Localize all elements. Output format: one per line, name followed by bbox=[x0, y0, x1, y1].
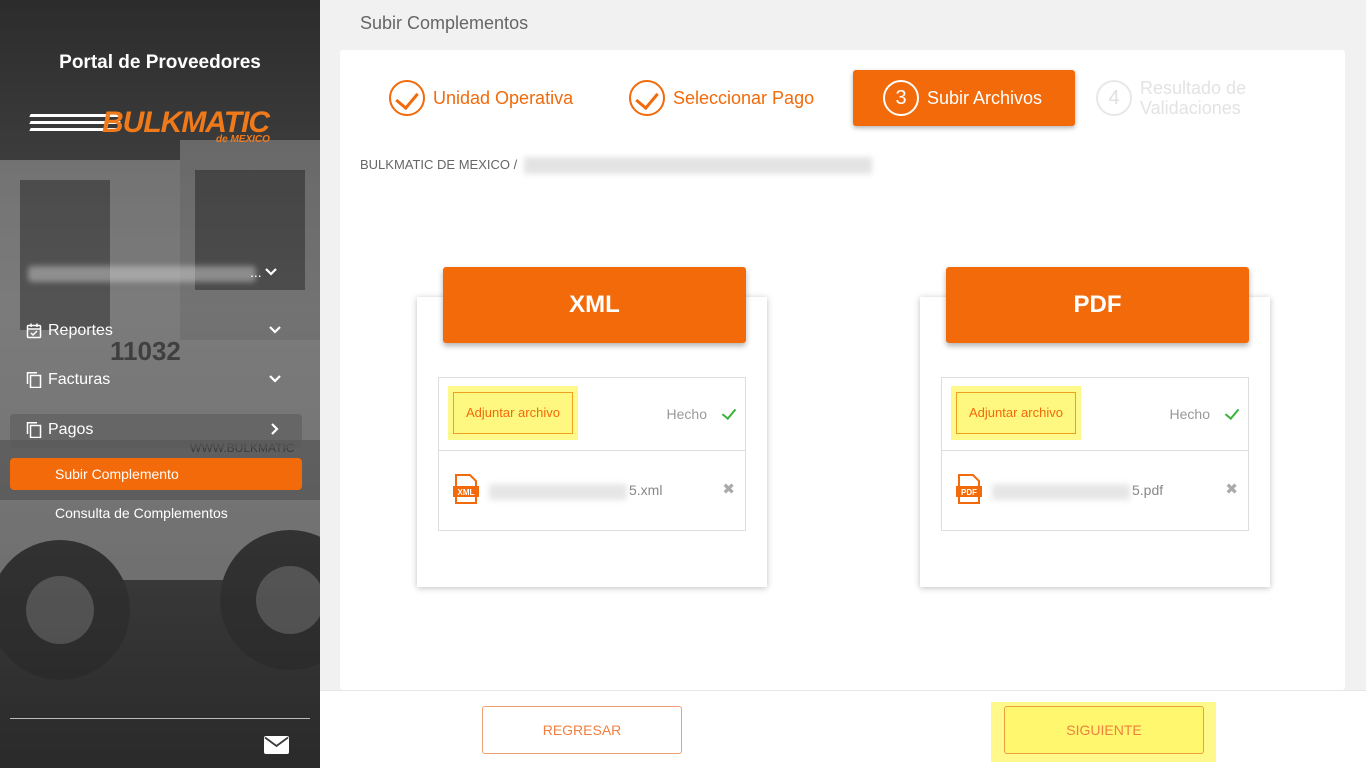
xml-file-box: Adjuntar archivo Hecho XML 5.xml ✖ bbox=[438, 377, 746, 531]
sidebar: 11032 WWW.BULKMATIC Portal de Proveedore… bbox=[0, 0, 320, 768]
breadcrumb-redacted bbox=[524, 157, 872, 174]
remove-file-icon[interactable]: ✖ bbox=[722, 480, 735, 498]
check-circle-icon bbox=[629, 80, 665, 116]
chevron-right-icon bbox=[268, 422, 282, 439]
step-label: Subir Archivos bbox=[927, 88, 1043, 108]
sidebar-subitem-label: Subir Complemento bbox=[55, 466, 179, 482]
user-menu[interactable]: ... bbox=[28, 264, 288, 286]
pdf-attach-button[interactable]: Adjuntar archivo bbox=[956, 392, 1076, 434]
breadcrumb: BULKMATIC DE MEXICO / bbox=[360, 157, 518, 172]
sidebar-item-label: Facturas bbox=[48, 371, 111, 388]
step-number: 4 bbox=[1096, 80, 1132, 116]
xml-attach-button[interactable]: Adjuntar archivo bbox=[453, 392, 573, 434]
check-icon bbox=[1224, 404, 1240, 421]
remove-file-icon[interactable]: ✖ bbox=[1225, 480, 1238, 498]
sidebar-subitem-consulta-complementos[interactable]: Consulta de Complementos bbox=[10, 497, 302, 529]
step-seleccionar-pago[interactable]: Seleccionar Pago bbox=[629, 70, 829, 126]
step-label: Unidad Operativa bbox=[433, 88, 574, 108]
back-button[interactable]: REGRESAR bbox=[482, 706, 682, 754]
sidebar-item-pagos[interactable]: Pagos bbox=[10, 414, 302, 448]
check-circle-icon bbox=[389, 80, 425, 116]
sidebar-subitem-label: Consulta de Complementos bbox=[55, 505, 228, 521]
check-icon bbox=[721, 404, 737, 421]
step-unidad-operativa[interactable]: Unidad Operativa bbox=[389, 70, 589, 126]
pdf-file-name: 5.pdf bbox=[1132, 482, 1164, 498]
sidebar-divider bbox=[10, 718, 310, 719]
bulkmatic-logo: BULKMATIC de MEXICO bbox=[29, 104, 290, 152]
sidebar-item-reportes[interactable]: Reportes bbox=[10, 315, 302, 349]
file-name-redacted bbox=[489, 484, 627, 500]
svg-text:XML: XML bbox=[458, 488, 475, 497]
sidebar-item-label: Pagos bbox=[48, 421, 94, 438]
sidebar-item-facturas[interactable]: Facturas bbox=[10, 364, 302, 398]
step-number: 3 bbox=[883, 80, 919, 116]
mail-icon[interactable] bbox=[264, 736, 289, 754]
sidebar-subitem-subir-complemento[interactable]: Subir Complemento bbox=[10, 458, 302, 490]
pdf-file-icon: PDF bbox=[956, 474, 982, 504]
chevron-down-icon bbox=[268, 323, 282, 340]
file-name-redacted bbox=[992, 484, 1130, 500]
next-button[interactable]: SIGUIENTE bbox=[1004, 706, 1204, 754]
calendar-check-icon bbox=[26, 323, 42, 339]
xml-file-name: 5.xml bbox=[629, 482, 663, 498]
logo-subtext: de MEXICO bbox=[216, 134, 270, 145]
xml-status-text: Hecho bbox=[666, 406, 707, 422]
pdf-file-box: Adjuntar archivo Hecho PDF 5.pdf ✖ bbox=[941, 377, 1249, 531]
copy-icon bbox=[26, 372, 42, 388]
pdf-upload-title: PDF bbox=[946, 267, 1249, 343]
page-title: Subir Complementos bbox=[360, 13, 529, 33]
chevron-down-icon bbox=[264, 265, 278, 282]
xml-upload-title: XML bbox=[443, 267, 746, 343]
step-label: Resultado de Validaciones bbox=[1140, 78, 1247, 118]
xml-file-icon: XML bbox=[453, 474, 479, 504]
chevron-down-icon bbox=[268, 372, 282, 389]
pdf-status-text: Hecho bbox=[1169, 406, 1210, 422]
copy-icon bbox=[26, 422, 42, 438]
sidebar-item-label: Reportes bbox=[48, 322, 113, 339]
svg-text:PDF: PDF bbox=[961, 488, 977, 497]
step-label: Seleccionar Pago bbox=[673, 88, 815, 108]
user-ellipsis: ... bbox=[250, 264, 262, 280]
step-subir-archivos[interactable]: 3 Subir Archivos bbox=[853, 70, 1075, 126]
user-name-redacted bbox=[28, 266, 256, 282]
step-resultado-validaciones: 4 Resultado de Validaciones bbox=[1096, 70, 1296, 126]
portal-title: Portal de Proveedores bbox=[59, 52, 261, 73]
